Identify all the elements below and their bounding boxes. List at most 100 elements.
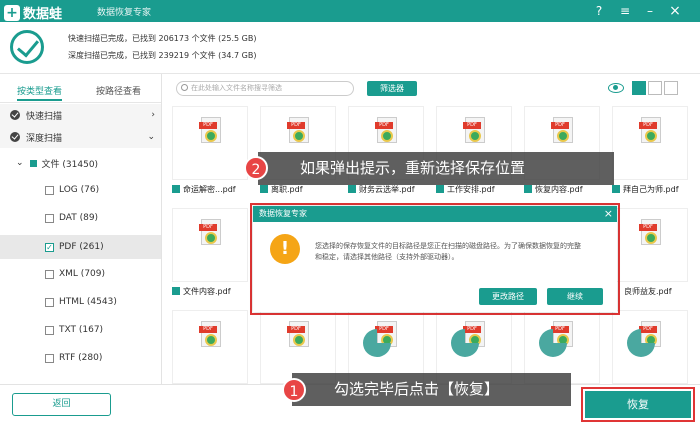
file-label[interactable]: 工作安排.pdf: [436, 184, 495, 195]
step-1-badge: 1: [282, 378, 306, 402]
dialog-message-line1: 您选择的保存恢复文件的目标路径是您正在扫描的磁盘路径。为了确保数据恢复的完整: [315, 242, 581, 250]
recover-highlight: [581, 387, 695, 422]
sidebar-item-deep-scan[interactable]: 深度扫描 ⌄: [0, 126, 161, 148]
file-tile[interactable]: PDF: [172, 106, 248, 180]
sidebar-item-label: 深度扫描: [26, 133, 63, 144]
chevron-right-icon: ›: [151, 110, 155, 120]
sidebar-item-txt[interactable]: TXT (167): [0, 319, 161, 341]
app-logo: + 数据蛙: [4, 3, 62, 22]
file-tile[interactable]: PDF: [612, 208, 688, 282]
file-tile[interactable]: PDF: [172, 310, 248, 384]
tab-by-type[interactable]: 按类型查看: [17, 84, 63, 101]
checkbox-checked[interactable]: ✓: [45, 242, 54, 252]
file-label[interactable]: 良师益友.pdf: [624, 286, 672, 297]
continue-button[interactable]: 继续: [547, 288, 603, 305]
close-icon[interactable]: ×: [604, 206, 613, 222]
checkbox-checked[interactable]: [348, 185, 356, 193]
sidebar-item-label: RTF (280): [59, 353, 103, 363]
sidebar-item-label: 快速扫描: [26, 111, 63, 122]
grid-view-icon[interactable]: [632, 81, 646, 95]
tab-by-path[interactable]: 按路径查看: [96, 84, 141, 97]
sidebar-item-log[interactable]: LOG (76): [0, 179, 161, 201]
deep-scan-status: 深度扫描已完成，已找到 239219 个文件 (34.7 GB): [68, 51, 257, 60]
file-tile[interactable]: PDF: [612, 106, 688, 180]
pdf-file-icon: PDF: [287, 321, 309, 347]
pdf-file-icon: PDF: [199, 219, 221, 245]
sidebar-item-label: HTML (4543): [59, 297, 117, 307]
file-label[interactable]: 财务云选举.pdf: [348, 184, 415, 195]
check-circle-icon: [10, 30, 44, 64]
warning-icon: !: [270, 234, 300, 264]
file-label[interactable]: 拜自己为师.pdf: [612, 184, 679, 195]
sidebar-item-label: DAT (89): [59, 213, 99, 223]
callout-2: 如果弹出提示，重新选择保存位置: [258, 152, 614, 185]
dialog-title: 数据恢复专家: [253, 206, 617, 222]
search-input[interactable]: 在此处输入文件名称搜寻筛选: [176, 81, 354, 96]
sidebar-item-label: PDF (261): [59, 242, 104, 252]
title-bar: + 数据蛙 数据恢复专家 ? ≡ – ×: [0, 0, 700, 22]
detail-view-icon[interactable]: [664, 81, 678, 95]
sidebar-item-rtf[interactable]: RTF (280): [0, 347, 161, 369]
help-icon[interactable]: ?: [590, 2, 608, 20]
sidebar-item-xml[interactable]: XML (709): [0, 263, 161, 285]
minimize-icon[interactable]: –: [641, 2, 659, 20]
callout-1: 勾选完毕后点击【恢复】: [292, 373, 571, 406]
list-view-icon[interactable]: [648, 81, 662, 95]
quick-scan-status: 快速扫描已完成，已找到 206173 个文件 (25.5 GB): [68, 34, 257, 43]
pdf-file-icon: PDF: [639, 219, 661, 245]
sidebar-item-label: 文件 (31450): [41, 159, 99, 170]
pdf-file-icon: PDF: [375, 117, 397, 143]
file-label[interactable]: 命运解密...pdf: [172, 184, 236, 195]
sidebar-item-label: TXT (167): [59, 325, 104, 335]
checkbox-checked[interactable]: [612, 185, 620, 193]
file-label[interactable]: 离职.pdf: [260, 184, 303, 195]
pdf-file-icon: PDF: [463, 117, 485, 143]
chevron-down-icon: ⌄: [16, 158, 24, 168]
sidebar-item-dat[interactable]: DAT (89): [0, 207, 161, 229]
pdf-file-icon: PDF: [199, 321, 221, 347]
check-icon: [10, 132, 20, 142]
file-label[interactable]: 文件内容.pdf: [172, 286, 231, 297]
sidebar-item-label: XML (709): [59, 269, 106, 279]
tab-divider: [0, 102, 161, 103]
sidebar: 按类型查看 按路径查看 快速扫描 › 深度扫描 ⌄ ⌄ 文件 (31450) LOG …: [0, 74, 162, 384]
dialog-message-line2: 和稳定，请选择其他路径（支持外部驱动器）。: [315, 253, 459, 261]
file-tile[interactable]: PDF: [172, 208, 248, 282]
warning-dialog: 数据恢复专家 × ! 您选择的保存恢复文件的目标路径是您正在扫描的磁盘路径。为了…: [253, 206, 617, 312]
pdf-file-icon: PDF: [551, 117, 573, 143]
sidebar-item-pdf[interactable]: ✓ PDF (261): [0, 235, 161, 259]
filter-button[interactable]: 筛选器: [367, 81, 417, 96]
checkbox[interactable]: [45, 353, 54, 363]
checkbox[interactable]: [45, 213, 54, 223]
file-tile[interactable]: PDF: [612, 310, 688, 384]
checkbox[interactable]: [45, 269, 54, 279]
pdf-file-icon: PDF: [639, 117, 661, 143]
checkbox-checked[interactable]: [524, 185, 532, 193]
logo-plus-icon: +: [4, 4, 20, 21]
checkbox-checked[interactable]: [260, 185, 268, 193]
sidebar-item-label: LOG (76): [59, 185, 100, 195]
app-title: 数据恢复专家: [97, 8, 152, 18]
sidebar-item-files[interactable]: ⌄ 文件 (31450): [0, 152, 161, 174]
checkbox-checked[interactable]: [172, 185, 180, 193]
logo-text: 数据蛙: [23, 7, 63, 22]
sidebar-item-quick-scan[interactable]: 快速扫描 ›: [0, 104, 161, 126]
partial-check-icon[interactable]: [29, 159, 37, 167]
change-path-button[interactable]: 更改路径: [479, 288, 537, 305]
pdf-file-icon: PDF: [199, 117, 221, 143]
back-button[interactable]: 返回: [12, 393, 111, 416]
checkbox[interactable]: [45, 325, 54, 335]
checkbox[interactable]: [45, 185, 54, 195]
scan-status: 快速扫描已完成，已找到 206173 个文件 (25.5 GB) 深度扫描已完成…: [0, 22, 700, 74]
checkbox[interactable]: [45, 297, 54, 307]
checkbox-checked[interactable]: [172, 287, 180, 295]
chevron-down-icon: ⌄: [147, 132, 155, 142]
checkbox-checked[interactable]: [436, 185, 444, 193]
menu-icon[interactable]: ≡: [616, 2, 634, 20]
file-label[interactable]: 恢复内容.pdf: [524, 184, 583, 195]
eye-icon[interactable]: [608, 83, 624, 93]
check-icon: [10, 110, 20, 120]
close-icon[interactable]: ×: [666, 2, 684, 20]
step-2-badge: 2: [244, 156, 268, 180]
sidebar-item-html[interactable]: HTML (4543): [0, 291, 161, 313]
